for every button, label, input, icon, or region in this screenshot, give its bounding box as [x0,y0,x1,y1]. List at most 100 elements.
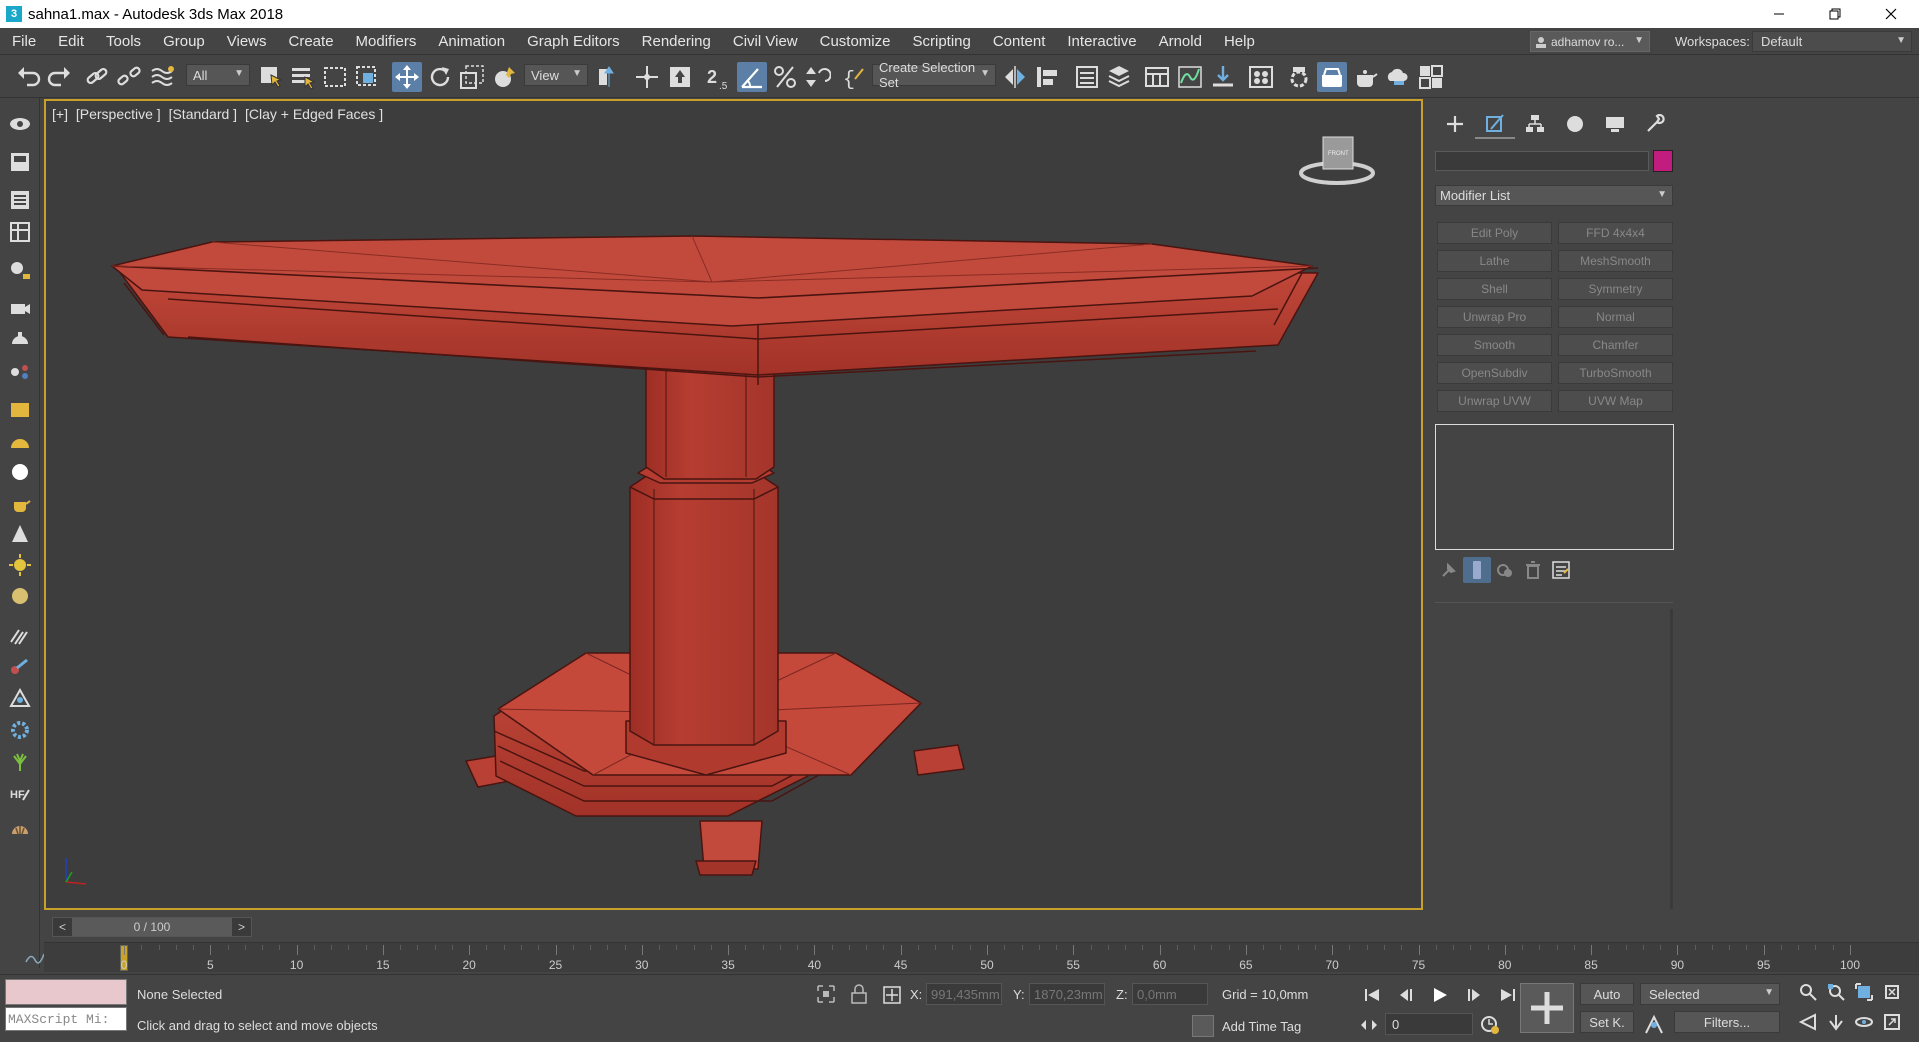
hf-strip-button[interactable]: HF [8,782,32,806]
y-coordinate-field[interactable]: 1870,23mm [1029,983,1105,1005]
time-slider-thumb[interactable]: 0 / 100 [72,918,232,936]
snaps-toggle-button[interactable]: 2.5 [704,62,734,92]
time-slider[interactable]: < 0 / 100 > [52,917,252,937]
key-mode-toggle-icon[interactable] [1642,1013,1666,1035]
bind-to-space-warp-button[interactable] [148,62,178,92]
redo-button[interactable] [44,62,74,92]
menu-tools[interactable]: Tools [95,33,152,50]
plant-strip-button[interactable] [8,750,32,774]
helpers-strip-button[interactable] [8,328,32,352]
selection-filter-dropdown[interactable]: All ▼ [186,64,250,86]
restore-button[interactable] [1807,0,1863,28]
camera-strip-button[interactable] [8,296,32,320]
modifier-unwrap-uvw-button[interactable]: Unwrap UVW [1437,390,1552,412]
time-prev-arrow[interactable]: < [53,920,66,934]
close-button[interactable] [1863,0,1919,28]
menu-group[interactable]: Group [152,33,216,50]
add-time-tag-button[interactable]: Add Time Tag [1192,1015,1301,1037]
select-by-name-button[interactable] [288,62,318,92]
align-button[interactable] [1032,62,1062,92]
modifier-ffd-button[interactable]: FFD 4x4x4 [1558,222,1673,244]
schematic-view-button[interactable] [1208,62,1238,92]
cone-strip-button[interactable] [8,522,32,546]
modifier-smooth-button[interactable]: Smooth [1437,334,1552,356]
render-setup-button[interactable] [1284,62,1314,92]
toggle-layer-explorer-button[interactable] [1104,62,1134,92]
maxscript-mini-listener-input[interactable]: MAXScript Mi: [5,1007,127,1031]
percent-snap-toggle-button[interactable] [770,62,800,92]
maxscript-listener-output[interactable] [5,979,127,1005]
menu-interactive[interactable]: Interactive [1056,33,1147,50]
menu-customize[interactable]: Customize [809,33,902,50]
previous-frame-button[interactable] [1389,983,1423,1007]
select-object-button[interactable] [256,62,286,92]
workspace-dropdown[interactable]: Default ▼ [1752,31,1912,52]
modifier-symmetry-button[interactable]: Symmetry [1558,278,1673,300]
object-name-input[interactable] [1435,151,1649,171]
modifier-shell-button[interactable]: Shell [1437,278,1552,300]
select-and-move-button[interactable] [392,62,422,92]
tab-utilities[interactable] [1635,109,1675,139]
track-bar[interactable]: 0 5 10 15 20 25 30 35 40 45 50 55 60 65 70 75 80 85 90 95 10… [44,942,1919,972]
menu-civil-view[interactable]: Civil View [722,33,809,50]
menu-help[interactable]: Help [1213,33,1266,50]
material-editor-button[interactable] [1246,62,1276,92]
scene-strip-button[interactable] [8,220,32,244]
zoom-button[interactable] [1796,981,1820,1003]
time-next-arrow[interactable]: > [238,920,251,934]
tab-modify[interactable] [1475,109,1515,139]
time-configuration-icon[interactable] [1480,1015,1500,1035]
remove-modifier-button[interactable] [1519,557,1547,583]
user-account-dropdown[interactable]: adhamov ro... ▼ [1530,31,1650,52]
maximize-viewport-button[interactable] [1880,1011,1904,1033]
sphere-strip-button[interactable] [8,460,32,484]
pin-stack-button[interactable] [1435,557,1463,583]
render-in-cloud-button[interactable] [1383,62,1413,92]
menu-content[interactable]: Content [982,33,1057,50]
isolate-selection-icon[interactable] [815,983,837,1005]
lock-icon[interactable] [850,983,868,1005]
rendered-frame-window-button[interactable] [1317,62,1347,92]
keyboard-shortcut-override-button[interactable] [665,62,695,92]
zoom-extents-all-button[interactable] [1880,981,1904,1003]
minimize-button[interactable] [1751,0,1807,28]
modifier-chamfer-button[interactable]: Chamfer [1558,334,1673,356]
reference-coordinate-dropdown[interactable]: View ▼ [524,64,588,86]
select-and-scale-button[interactable] [457,62,487,92]
teapot-strip-button[interactable] [8,492,32,516]
configure-modifier-sets-button[interactable] [1547,557,1575,583]
modifier-edit-poly-button[interactable]: Edit Poly [1437,222,1552,244]
tab-motion[interactable] [1555,109,1595,139]
toggle-scene-explorer-button[interactable] [1072,62,1102,92]
compound-strip-button[interactable] [8,686,32,710]
modifier-turbosmooth-button[interactable]: TurboSmooth [1558,362,1673,384]
use-pivot-point-center-button[interactable] [594,62,624,92]
frame-key-mode-icon[interactable] [1360,1018,1378,1032]
modifier-opensubdiv-button[interactable]: OpenSubdiv [1437,362,1552,384]
tab-hierarchy[interactable] [1515,109,1555,139]
material-ball-strip-button[interactable] [8,584,32,608]
command-panel-scrollbar[interactable] [1670,609,1673,909]
shell-strip-button[interactable] [8,814,32,838]
show-end-result-button[interactable] [1463,557,1491,583]
unlink-selection-button[interactable] [114,62,144,92]
zoom-extents-button[interactable] [1852,981,1876,1003]
selection-set-dropdown[interactable]: Create Selection Set ▼ [872,60,996,90]
next-frame-button[interactable] [1457,983,1491,1007]
sun-strip-button[interactable] [8,553,32,577]
curve-editor-button[interactable] [1175,62,1205,92]
key-filters-button[interactable]: Filters... [1674,1011,1780,1033]
viewcube[interactable]: FRONT [1297,129,1377,189]
select-and-rotate-button[interactable] [425,62,455,92]
menu-rendering[interactable]: Rendering [631,33,722,50]
select-and-place-button[interactable] [490,62,520,92]
modifier-stack-list[interactable] [1435,424,1674,550]
tools-strip-button[interactable] [8,654,32,678]
lights-strip-button[interactable] [8,258,32,282]
menu-modifiers[interactable]: Modifiers [345,33,428,50]
modifier-normal-button[interactable]: Normal [1558,306,1673,328]
set-key-button[interactable]: Set K. [1580,1011,1634,1033]
select-and-manipulate-button[interactable] [632,62,662,92]
play-button[interactable] [1423,983,1457,1007]
zoom-all-button[interactable] [1824,981,1848,1003]
